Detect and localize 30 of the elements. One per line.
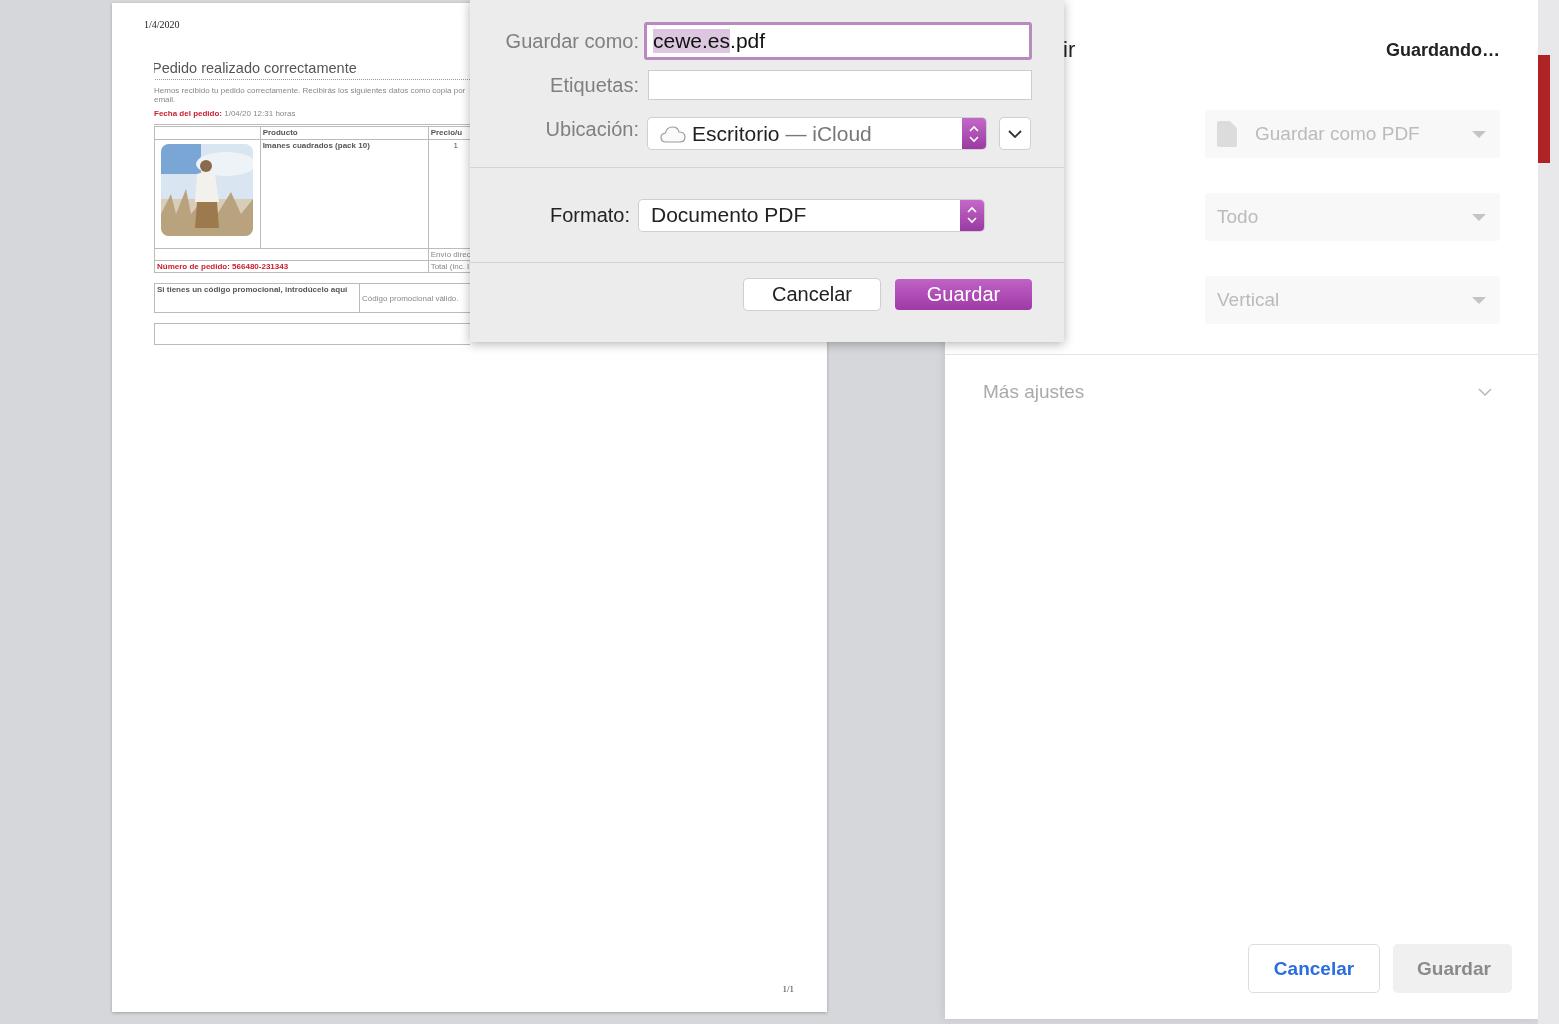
format-popup[interactable]: Documento PDF: [639, 199, 984, 231]
field-label: Guardar como:: [504, 29, 640, 53]
save-button[interactable]: Guardar: [895, 279, 1032, 310]
table-header: Producto: [260, 125, 429, 140]
document-date: 1/4/2020: [144, 19, 180, 30]
dropdown-arrow-icon: [1472, 213, 1486, 221]
page-number: 1/1: [782, 984, 794, 994]
table-cell: Imanes cuadrados (pack 10): [260, 139, 429, 249]
field-label: Formato:: [548, 203, 631, 227]
cancel-button[interactable]: Cancelar: [744, 279, 880, 310]
order-date: Fecha del pedido: 1/04/20 12:31 horas: [154, 109, 297, 118]
dropdown-arrow-icon: [1472, 130, 1486, 138]
dropdown-arrow-icon: [1472, 296, 1486, 304]
document-text: Hemos recibido tu pedido correctamente. Recibirás los siguientes datos como copia por email.: [154, 86, 467, 104]
tags-field[interactable]: [648, 70, 1032, 100]
order-number: Número de pedido: 566480-231343: [154, 260, 429, 273]
filename-field[interactable]: cewe.es.pdf: [644, 22, 1032, 60]
promo-prompt: Si tienes un código promocional, introdúcelo aquí: [154, 283, 360, 313]
stepper-icon: [960, 199, 984, 231]
stepper-icon: [962, 118, 986, 149]
panel-title: ir: [1063, 37, 1076, 63]
cancel-button[interactable]: Cancelar: [1248, 944, 1380, 993]
file-icon: [1217, 121, 1237, 147]
cloud-icon: [660, 124, 686, 143]
more-settings-toggle[interactable]: Más ajustes: [945, 354, 1538, 403]
field-label: Ubicación:: [544, 118, 640, 141]
saving-status: Guardando…: [1386, 39, 1500, 61]
field-label: Etiquetas:: [549, 73, 640, 97]
expand-button[interactable]: [1000, 118, 1030, 149]
location-popup[interactable]: Escritorio — iCloud: [648, 118, 986, 149]
